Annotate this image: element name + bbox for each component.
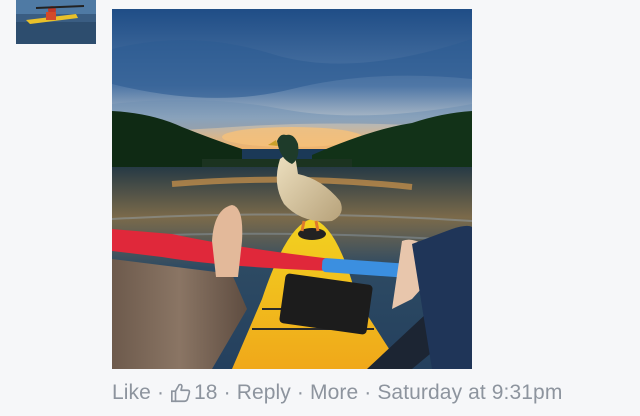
separator: · — [364, 381, 372, 404]
thumbnail-image[interactable] — [16, 0, 96, 44]
comment-actions: Like · 18 · Reply · More · Saturday at 9… — [112, 378, 562, 408]
comment-photo[interactable] — [112, 9, 472, 369]
like-link[interactable]: Like — [112, 381, 151, 405]
separator: · — [296, 381, 304, 404]
like-count-value: 18 — [194, 381, 218, 404]
reply-link[interactable]: Reply — [237, 381, 291, 405]
comment-container: Like · 18 · Reply · More · Saturday at 9… — [0, 0, 640, 416]
separator: · — [156, 381, 165, 404]
thumbs-up-icon — [171, 383, 191, 403]
timestamp-link[interactable]: Saturday at 9:31pm — [377, 381, 562, 405]
more-link[interactable]: More — [310, 381, 358, 405]
separator: · — [223, 381, 231, 404]
like-count[interactable]: 18 — [170, 381, 218, 405]
